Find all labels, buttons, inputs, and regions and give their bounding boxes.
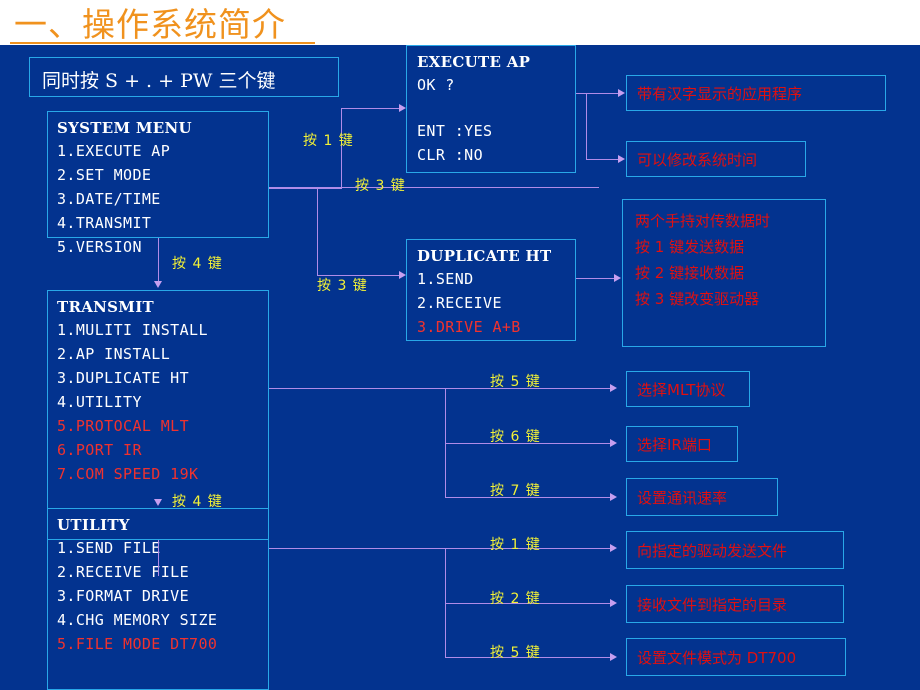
intro-box: 同时按 S + . + PW 三个键 (29, 57, 339, 97)
arrow-to-file-mode (610, 653, 617, 661)
annotation-mlt-protocol-text: 选择MLT协议 (637, 380, 726, 399)
key-label-send-file: 按 1 键 (490, 537, 541, 553)
transmit-item[interactable]: 5.PROTOCAL MLT (57, 417, 189, 435)
transmit-item[interactable]: 4.UTILITY (57, 393, 142, 411)
annotation-file-mode-text: 设置文件模式为 DT700 (637, 648, 797, 667)
duplicate-ht-item[interactable]: 2.RECEIVE (417, 294, 502, 312)
intro-text: 同时按 S + . + PW 三个键 (42, 70, 276, 92)
key-label-utility: 按 4 键 (172, 494, 223, 510)
utility-item[interactable]: 1.SEND FILE (57, 539, 161, 557)
arrow-to-send-file (610, 544, 617, 552)
transmit-item[interactable]: 2.AP INSTALL (57, 345, 170, 363)
arrow-to-receive-file (610, 599, 617, 607)
annotation-chinese-time-box: 可以修改系统时间 (626, 141, 806, 177)
transmit-item[interactable]: 1.MULITI INSTALL (57, 321, 208, 339)
annotation-duplicate-line: 按 3 键改变驱动器 (635, 290, 760, 308)
duplicate-ht-box: DUPLICATE HT 1.SEND 2.RECEIVE 3.DRIVE A+… (406, 239, 576, 341)
system-menu-item[interactable]: 2.SET MODE (57, 166, 151, 184)
execute-ap-item: ENT :YES (417, 122, 493, 140)
annotation-send-file-text: 向指定的驱动发送文件 (637, 541, 788, 560)
utility-item[interactable]: 3.FORMAT DRIVE (57, 587, 189, 605)
connector-line (269, 188, 341, 189)
connector-line (269, 388, 445, 389)
system-menu-box: SYSTEM MENU 1.EXECUTE AP 2.SET MODE 3.DA… (47, 111, 269, 256)
arrow-to-chinese-app (618, 89, 625, 97)
arrow-to-transmit (154, 281, 162, 288)
system-menu-item[interactable]: 1.EXECUTE AP (57, 142, 170, 160)
arrow-to-mlt-protocol (610, 384, 617, 392)
system-menu-item[interactable]: 5.VERSION (57, 238, 142, 256)
connector-line (269, 548, 445, 549)
arrow-to-chinese-time (618, 155, 625, 163)
utility-item[interactable]: 5.FILE MODE DT700 (57, 635, 217, 653)
slide-root: 一、操作系统简介 同时按 S + . + PW 三个键 SYSTEM MENU … (0, 0, 920, 690)
arrow-to-duplicate-ht (399, 271, 406, 279)
annotation-com-speed-box: 设置通讯速率 (626, 478, 778, 516)
connector-line (576, 93, 618, 94)
annotation-duplicate-line: 按 1 键发送数据 (635, 238, 745, 256)
key-label-receive-file: 按 2 键 (490, 591, 541, 607)
annotation-ir-port-text: 选择IR端口 (637, 435, 712, 454)
duplicate-ht-item[interactable]: 1.SEND (417, 270, 474, 288)
annotation-duplicate-note-box: 两个手持对传数据时 按 1 键发送数据 按 2 键接收数据 按 3 键改变驱动器 (622, 199, 826, 347)
execute-ap-box: EXECUTE AP OK ? ENT :YES CLR :NO (406, 45, 576, 173)
connector-line (586, 159, 618, 160)
diagram-canvas: 同时按 S + . + PW 三个键 SYSTEM MENU 1.EXECUTE… (0, 45, 920, 690)
system-menu-item[interactable]: 3.DATE/TIME (57, 190, 161, 208)
annotation-chinese-time-text: 可以修改系统时间 (637, 150, 758, 169)
connector-line (586, 93, 587, 159)
transmit-item[interactable]: 3.DUPLICATE HT (57, 369, 189, 387)
annotation-receive-file-box: 接收文件到指定的目录 (626, 585, 844, 623)
connector-line (317, 187, 318, 275)
connector-line (158, 540, 159, 576)
connector-line (158, 238, 159, 281)
key-label-mlt-protocol: 按 5 键 (490, 374, 541, 390)
key-label-com-speed: 按 7 键 (490, 483, 541, 499)
annotation-chinese-app-box: 带有汉字显示的应用程序 (626, 75, 886, 111)
annotation-ir-port-box: 选择IR端口 (626, 426, 738, 462)
system-menu-title: SYSTEM MENU (57, 119, 192, 137)
utility-box: UTILITY 1.SEND FILE 2.RECEIVE FILE 3.FOR… (47, 508, 269, 690)
transmit-item[interactable]: 7.COM SPEED 19K (57, 465, 198, 483)
connector-line (576, 278, 614, 279)
transmit-item[interactable]: 6.PORT IR (57, 441, 142, 459)
duplicate-ht-item[interactable]: 3.DRIVE A+B (417, 318, 521, 336)
execute-ap-title: EXECUTE AP (417, 53, 531, 71)
arrow-to-execute-ap (399, 104, 406, 112)
key-label-duplicate-mid: 按 3 键 (317, 278, 368, 294)
annotation-send-file-box: 向指定的驱动发送文件 (626, 531, 844, 569)
title-underline (10, 42, 315, 44)
annotation-duplicate-line: 两个手持对传数据时 (635, 212, 771, 230)
key-label-execute-ap: 按 1 键 (303, 133, 354, 149)
utility-item[interactable]: 4.CHG MEMORY SIZE (57, 611, 217, 629)
key-label-file-mode: 按 5 键 (490, 645, 541, 661)
key-label-transmit: 按 4 键 (172, 256, 223, 272)
arrow-to-ir-port (610, 439, 617, 447)
system-menu-item[interactable]: 4.TRANSMIT (57, 214, 151, 232)
arrow-to-utility (154, 499, 162, 506)
page-title: 一、操作系统简介 (14, 5, 286, 44)
connector-line (341, 108, 399, 109)
connector-line (269, 188, 270, 189)
utility-title: UTILITY (57, 516, 130, 534)
duplicate-ht-title: DUPLICATE HT (417, 247, 552, 265)
utility-item[interactable]: 2.RECEIVE FILE (57, 563, 189, 581)
execute-ap-item: CLR :NO (417, 146, 484, 164)
key-label-duplicate-top: 按 3 键 (355, 178, 406, 194)
connector-line (269, 187, 599, 188)
arrow-to-com-speed (610, 493, 617, 501)
key-label-ir-port: 按 6 键 (490, 429, 541, 445)
annotation-mlt-protocol-box: 选择MLT协议 (626, 371, 750, 407)
annotation-file-mode-box: 设置文件模式为 DT700 (626, 638, 846, 676)
annotation-chinese-app-text: 带有汉字显示的应用程序 (637, 84, 803, 103)
annotation-duplicate-line: 按 2 键接收数据 (635, 264, 745, 282)
slide-title-bar: 一、操作系统简介 (0, 0, 920, 45)
execute-ap-item: OK ? (417, 76, 455, 94)
annotation-com-speed-text: 设置通讯速率 (637, 488, 728, 507)
transmit-title: TRANSMIT (57, 298, 154, 316)
arrow-to-duplicate-note (614, 274, 621, 282)
annotation-receive-file-text: 接收文件到指定的目录 (637, 595, 788, 614)
